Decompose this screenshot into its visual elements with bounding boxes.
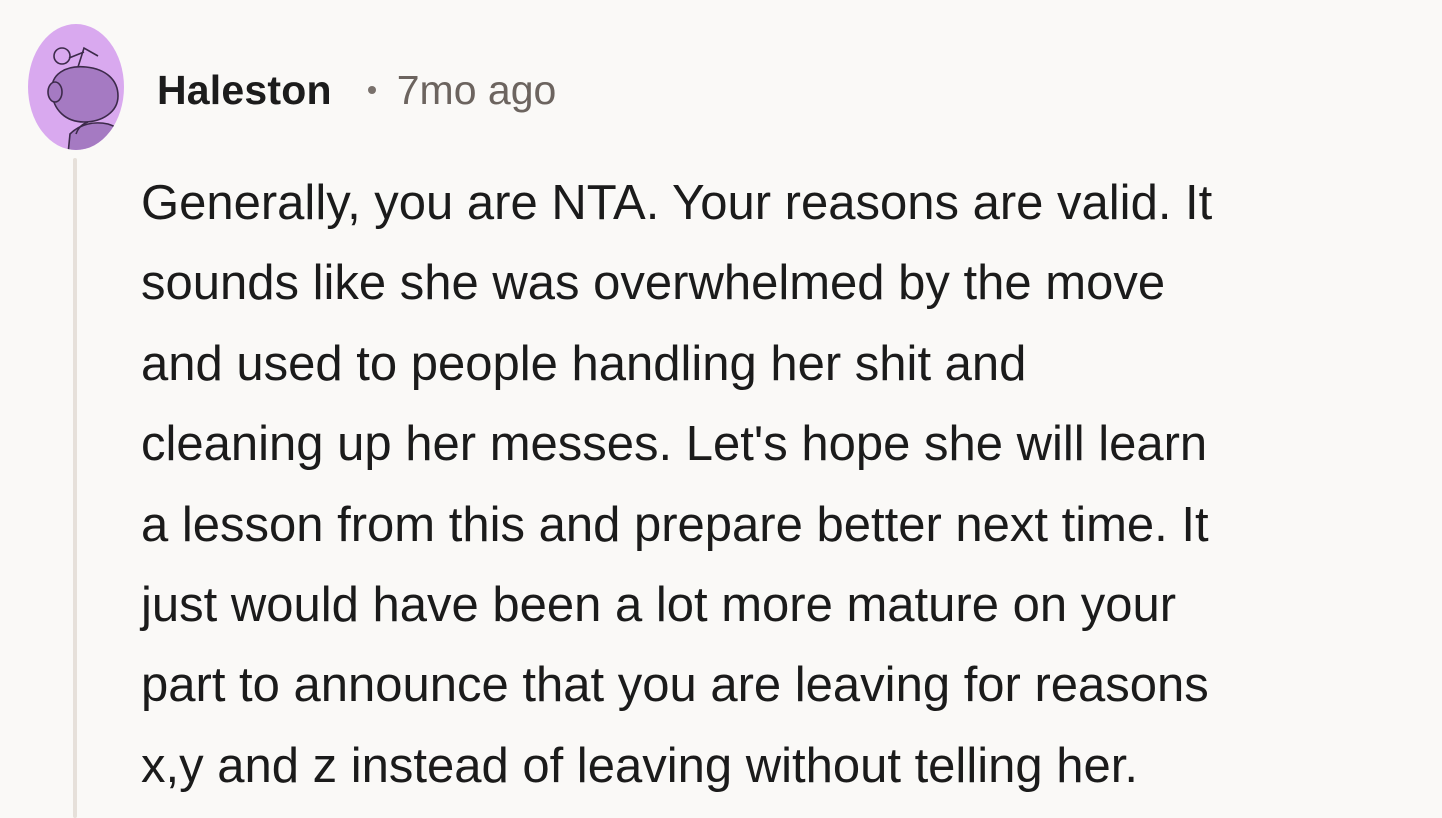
username-link[interactable]: Haleston: [157, 67, 332, 114]
reddit-snoo-avatar-icon: [28, 24, 124, 150]
comment-line: part to announce that you are leaving fo…: [141, 658, 1209, 713]
comment-body: Generally, you are NTA. Your reasons are…: [141, 163, 1431, 806]
avatar[interactable]: [28, 24, 124, 150]
comment-line: just would have been a lot more mature o…: [141, 578, 1177, 633]
timestamp[interactable]: 7mo ago: [397, 67, 557, 114]
comment-line: Generally, you are NTA. Your reasons are…: [141, 176, 1213, 230]
separator-dot: [367, 86, 376, 94]
thread-line[interactable]: [73, 158, 77, 818]
comment-line: x,y and z instead of leaving without tel…: [141, 738, 1138, 793]
comment-header: Haleston 7mo ago: [157, 60, 556, 120]
comment: Haleston 7mo ago Generally, you are NTA.…: [0, 0, 1442, 818]
comment-line: and used to people handling her shit and: [141, 336, 1027, 391]
comment-line: sounds like she was overwhelmed by the m…: [141, 256, 1166, 311]
comment-line: a lesson from this and prepare better ne…: [141, 497, 1209, 552]
comment-line: cleaning up her messes. Let's hope she w…: [141, 417, 1208, 472]
